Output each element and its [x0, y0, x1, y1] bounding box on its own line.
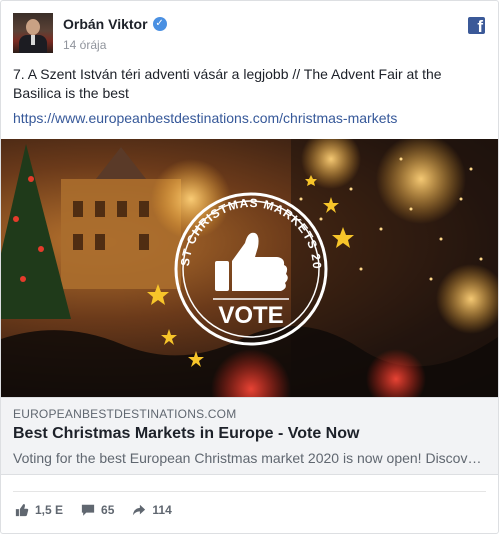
share-count-text: 114 [152, 503, 172, 517]
facebook-embedded-post: Orbán Viktor ✓ 14 órája f 7. A Szent Ist… [0, 0, 499, 534]
post-link[interactable]: https://www.europeanbestdestinations.com… [13, 110, 397, 126]
link-preview-card[interactable]: EUROPEANBESTDESTINATIONS.COM Best Christ… [1, 397, 498, 475]
author-row: Orbán Viktor ✓ [63, 16, 167, 32]
facebook-icon[interactable]: f [468, 17, 485, 34]
comment-count[interactable]: 65 [81, 503, 114, 517]
share-count[interactable]: 114 [132, 503, 172, 517]
thumbs-up-icon [15, 503, 29, 517]
preview-title[interactable]: Best Christmas Markets in Europe - Vote … [13, 425, 359, 443]
footer-divider [13, 491, 486, 492]
preview-domain: EUROPEANBESTDESTINATIONS.COM [13, 407, 237, 421]
share-arrow-icon [133, 504, 146, 516]
badge-vote-label: VOTE [218, 302, 283, 329]
author-name[interactable]: Orbán Viktor [63, 16, 148, 32]
post-text: 7. A Szent István téri adventi vásár a l… [13, 66, 442, 101]
post-stats: 1,5 E 65 114 [15, 503, 190, 517]
like-count[interactable]: 1,5 E [15, 503, 63, 517]
preview-description: Voting for the best European Christmas m… [13, 450, 482, 466]
like-count-text: 1,5 E [35, 503, 64, 517]
comment-icon [81, 504, 95, 516]
comment-count-text: 65 [101, 503, 115, 517]
verified-badge-icon: ✓ [152, 17, 167, 31]
thumbs-up-icon [215, 232, 288, 291]
author-avatar[interactable] [13, 13, 53, 53]
post-timestamp[interactable]: 14 órája [63, 38, 106, 52]
link-preview-image[interactable]: BEST CHRISTMAS MARKETS 2020 VOTE [1, 139, 498, 397]
